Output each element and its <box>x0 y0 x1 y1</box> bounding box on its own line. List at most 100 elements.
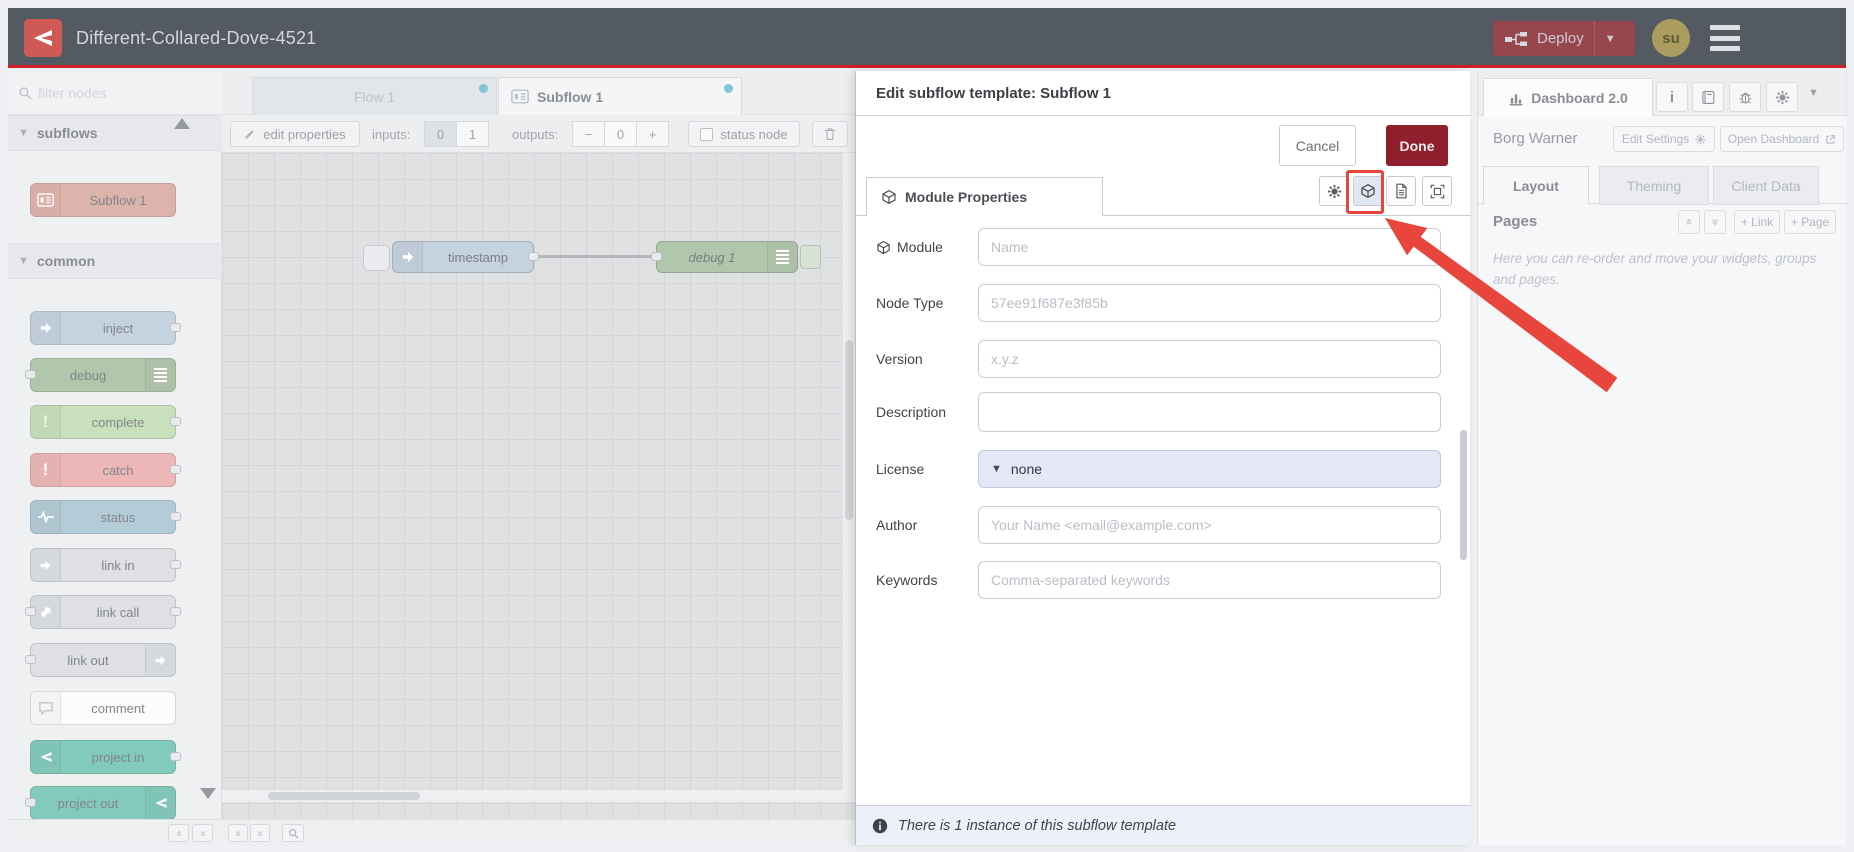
output-port[interactable] <box>170 323 181 332</box>
dialog-scrollbar[interactable] <box>1460 430 1467 560</box>
open-dashboard-button[interactable]: Open Dashboard <box>1720 126 1844 152</box>
status-node-toggle[interactable]: status node <box>688 121 800 147</box>
collapse-all-button[interactable]: « <box>168 824 189 842</box>
done-button[interactable]: Done <box>1386 125 1448 166</box>
output-port[interactable] <box>170 560 181 569</box>
palette-node-link-call[interactable]: link call <box>25 595 181 629</box>
tab-module-properties[interactable]: Module Properties <box>866 177 1103 216</box>
config-tab-button[interactable] <box>1766 82 1798 112</box>
palette-footer: « » <box>8 819 222 845</box>
expand-all-button[interactable]: » <box>192 824 213 842</box>
tab-flow1[interactable]: Flow 1 <box>252 77 497 115</box>
version-input[interactable] <box>978 340 1441 378</box>
delete-subflow-button[interactable] <box>812 121 848 147</box>
user-avatar[interactable]: su <box>1652 19 1690 57</box>
dashboard-app-row: Borg Warner Edit Settings Open Dashboard <box>1478 116 1847 160</box>
input-port[interactable] <box>25 655 36 664</box>
move-up-button[interactable]: « <box>1678 210 1700 234</box>
scroll-up-button[interactable]: « <box>228 824 248 842</box>
external-link-icon <box>1825 134 1836 145</box>
appearance-button[interactable] <box>1422 176 1452 206</box>
gear-icon <box>1775 90 1790 105</box>
author-input[interactable] <box>978 506 1441 544</box>
input-port[interactable] <box>25 370 36 379</box>
outputs-minus-button[interactable]: − <box>572 121 605 147</box>
palette-node-project-out[interactable]: project out <box>25 786 176 820</box>
input-port[interactable] <box>25 607 36 616</box>
edit-settings-button[interactable]: Edit Settings <box>1613 126 1715 152</box>
scroll-down-button[interactable]: » <box>250 824 270 842</box>
module-input[interactable] <box>978 228 1441 266</box>
output-port[interactable] <box>170 512 181 521</box>
status-node-checkbox[interactable] <box>700 127 714 141</box>
info-tab-button[interactable]: i <box>1656 82 1688 112</box>
inputs-0-button[interactable]: 0 <box>424 121 457 147</box>
subflow-properties-button[interactable] <box>1319 176 1349 206</box>
project-out-icon <box>145 787 175 819</box>
description-input[interactable] <box>978 392 1441 432</box>
canvas-vertical-scrollbar[interactable] <box>843 153 855 790</box>
palette-node-inject[interactable]: inject <box>30 311 181 345</box>
debug-tab-button[interactable] <box>1729 82 1761 112</box>
help-tab-button[interactable] <box>1692 82 1724 112</box>
keywords-input[interactable] <box>978 561 1441 599</box>
palette-node-link-in[interactable]: link in <box>30 548 181 582</box>
complete-icon: ! <box>31 406 61 438</box>
palette-scroll-up-icon[interactable] <box>174 118 190 129</box>
inputs-1-button[interactable]: 1 <box>456 121 489 147</box>
palette-node-link-out[interactable]: link out <box>25 643 176 677</box>
canvas-node-debug1[interactable]: debug 1 <box>651 241 798 273</box>
palette-node-complete[interactable]: ! complete <box>30 405 181 439</box>
tab-client-data[interactable]: Client Data <box>1713 166 1819 205</box>
cancel-button[interactable]: Cancel <box>1279 125 1356 166</box>
deploy-chevron-down-icon[interactable]: ▼ <box>1605 33 1616 45</box>
gear-icon <box>1695 134 1706 145</box>
chevrons-down-icon: » <box>1708 218 1722 226</box>
inject-button-stub[interactable] <box>363 245 390 271</box>
wire[interactable] <box>532 255 658 258</box>
palette-scroll-down-icon[interactable] <box>200 788 216 799</box>
palette-node-subflow1[interactable]: Subflow 1 <box>30 183 176 217</box>
palette-node-comment[interactable]: comment <box>30 691 176 725</box>
debug-toggle-button[interactable] <box>800 245 821 269</box>
filter-nodes-input[interactable] <box>38 84 198 101</box>
canvas-horizontal-scrollbar[interactable] <box>222 790 855 802</box>
move-down-button[interactable]: » <box>1704 210 1726 234</box>
outputs-plus-button[interactable]: + <box>636 121 669 147</box>
tab-subflow1[interactable]: Subflow 1 <box>498 77 742 115</box>
tab-dashboard-2[interactable]: Dashboard 2.0 <box>1483 78 1653 117</box>
flow-changed-dot <box>479 84 488 93</box>
flow-canvas[interactable]: timestamp debug 1 « » <box>222 153 855 845</box>
description-button[interactable] <box>1386 176 1416 206</box>
output-port[interactable] <box>170 607 181 616</box>
right-sidebar: Dashboard 2.0 i ▼ Borg Warner Edit Setti… <box>1477 71 1847 845</box>
instance-count-text: There is 1 instance of this subflow temp… <box>898 817 1177 834</box>
add-link-button[interactable]: + Link <box>1734 210 1780 234</box>
palette-node-project-in[interactable]: project in <box>30 740 181 774</box>
output-port[interactable] <box>170 465 181 474</box>
palette-search[interactable] <box>8 71 222 115</box>
canvas-node-timestamp[interactable]: timestamp <box>392 241 539 273</box>
zoom-search-button[interactable] <box>282 824 304 842</box>
tab-layout[interactable]: Layout <box>1483 166 1589 205</box>
edit-properties-button[interactable]: edit properties <box>230 121 360 147</box>
palette-node-catch[interactable]: ! catch <box>30 453 181 487</box>
category-common[interactable]: ▼ common <box>8 243 222 279</box>
license-select[interactable]: ▼ none <box>978 450 1441 488</box>
output-port[interactable] <box>528 252 539 261</box>
main-menu-icon[interactable] <box>1710 25 1740 51</box>
output-port[interactable] <box>170 417 181 426</box>
palette-node-debug[interactable]: debug <box>25 358 176 392</box>
sidebar-more-chevron-icon[interactable]: ▼ <box>1808 87 1819 99</box>
palette-node-status[interactable]: status <box>30 500 181 534</box>
output-port[interactable] <box>170 752 181 761</box>
add-page-button[interactable]: + Page <box>1784 210 1836 234</box>
outputs-count-value[interactable]: 0 <box>604 121 637 147</box>
input-port[interactable] <box>25 798 36 807</box>
input-port[interactable] <box>651 252 662 261</box>
tab-theming[interactable]: Theming <box>1599 166 1709 205</box>
sidebar-separator[interactable] <box>1470 71 1477 845</box>
debug-lines-icon <box>767 242 797 272</box>
deploy-button[interactable]: Deploy ▼ <box>1493 21 1635 56</box>
node-type-input[interactable] <box>978 284 1441 322</box>
